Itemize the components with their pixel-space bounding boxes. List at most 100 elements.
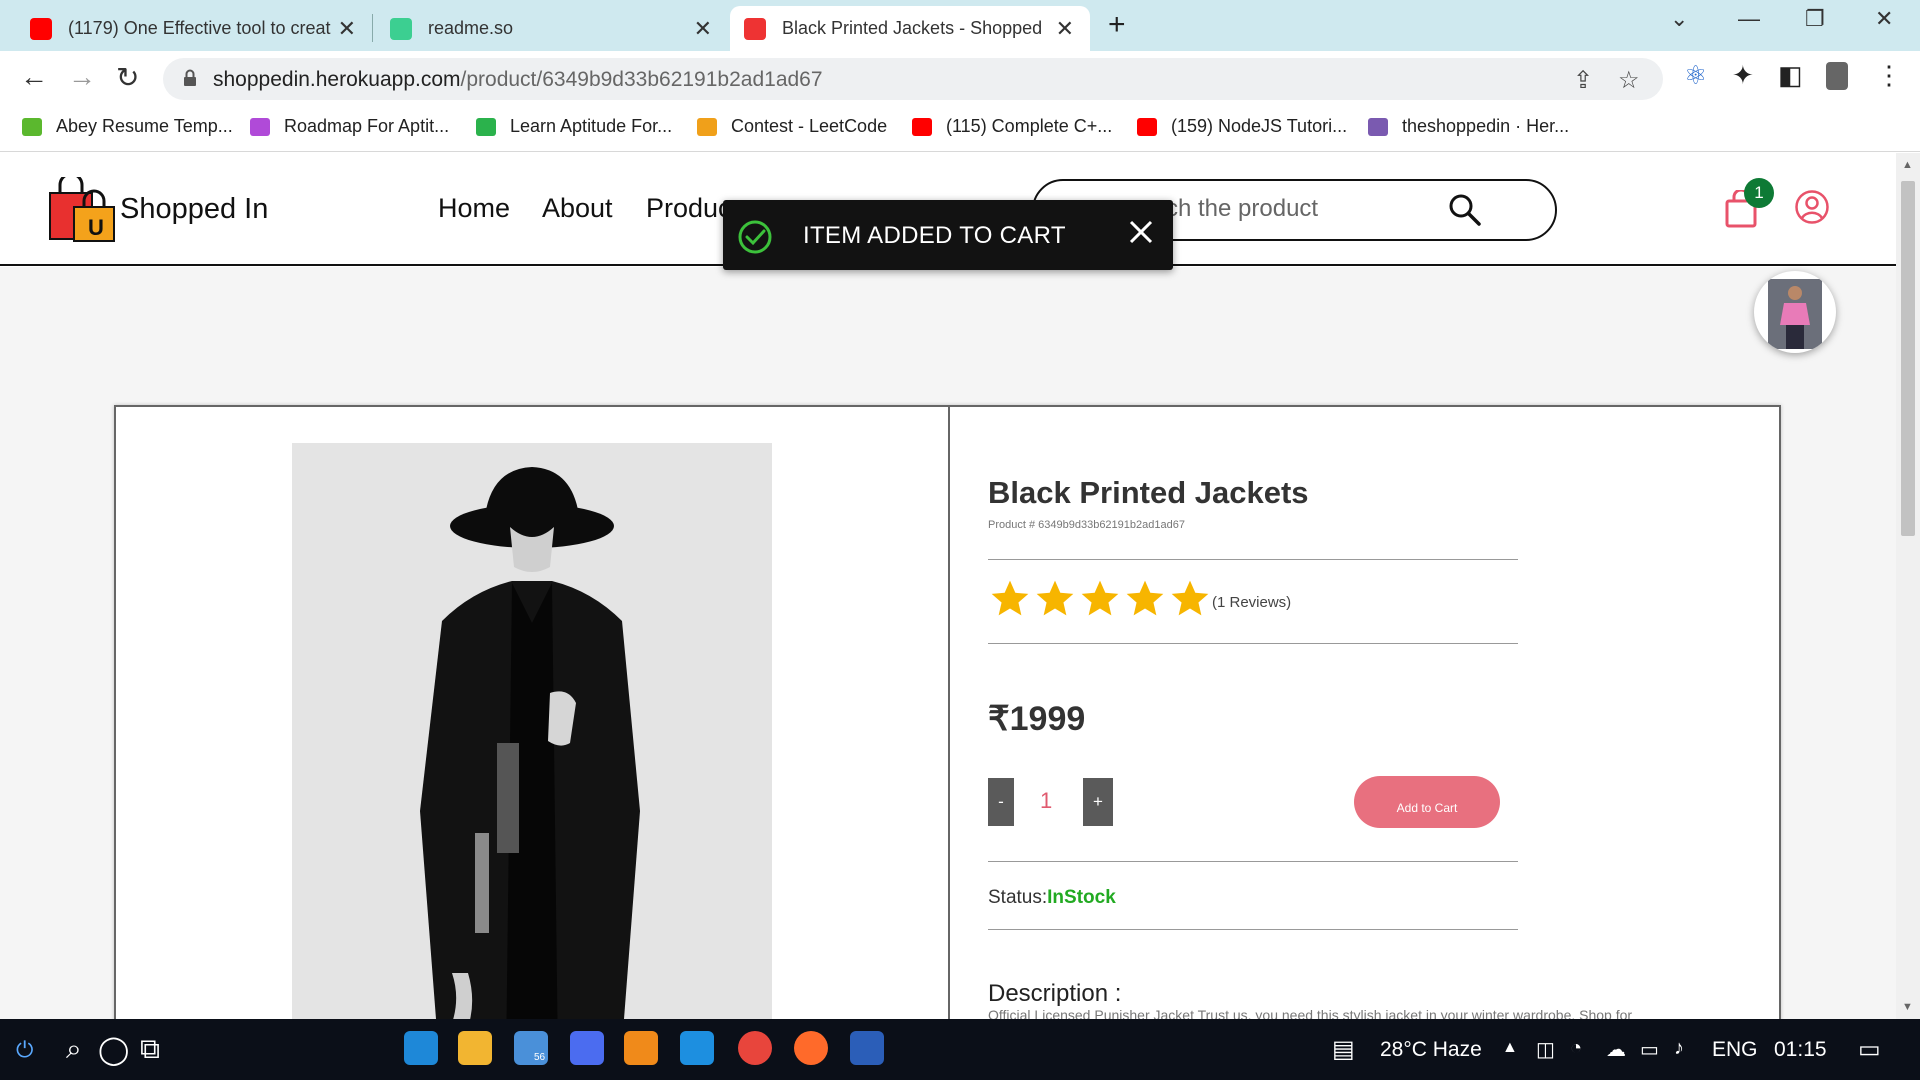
restore-icon[interactable]: ❐ <box>1805 6 1825 32</box>
tab-search-chevron-icon[interactable]: ⌄ <box>1670 6 1688 32</box>
review-count[interactable]: (1 Reviews) <box>1212 594 1291 611</box>
file-explorer-icon[interactable] <box>458 1031 492 1065</box>
scrollbar-thumb[interactable] <box>1901 181 1915 536</box>
success-check-icon <box>738 220 772 254</box>
bookmark-item[interactable]: Learn Aptitude For... <box>476 116 672 137</box>
product-details: Black Printed Jackets Product # 6349b9d3… <box>988 407 1748 1019</box>
scroll-up-icon[interactable]: ▲ <box>1902 159 1913 171</box>
shopping-bag-logo-icon[interactable]: U <box>48 177 118 243</box>
tab-youtube[interactable]: (1179) One Effective tool to creat ✕ <box>16 6 372 51</box>
shopping-bag-icon <box>744 17 766 40</box>
scroll-down-icon[interactable]: ▼ <box>1902 1001 1913 1013</box>
star-icon <box>1126 580 1164 616</box>
stock-status: Status:InStock <box>988 887 1116 909</box>
bookmark-label: Roadmap For Aptit... <box>284 116 450 136</box>
wifi-icon[interactable]: ◔ <box>1570 1037 1582 1060</box>
tab-readme[interactable]: readme.so ✕ <box>376 6 728 51</box>
clock[interactable]: 01:15 <box>1774 1038 1827 1062</box>
user-avatar-float[interactable] <box>1754 271 1836 353</box>
react-devtools-icon[interactable]: ⚛ <box>1684 60 1707 91</box>
user-account-icon[interactable] <box>1794 189 1830 225</box>
product-title: Black Printed Jackets <box>988 475 1309 510</box>
volume-icon[interactable]: ♪ <box>1674 1037 1684 1060</box>
back-arrow-icon[interactable]: ← <box>20 61 48 93</box>
bookmark-label: (115) Complete C+... <box>946 116 1113 136</box>
description-text: Official Licensed Punisher Jacket Trust … <box>988 1007 1633 1019</box>
quantity-value[interactable]: 1 <box>1040 788 1052 814</box>
bookmark-item[interactable]: Contest - LeetCode <box>697 116 887 137</box>
tab-shoppedin-active[interactable]: Black Printed Jackets - ShoppedIn ✕ <box>730 6 1090 51</box>
resume-icon <box>22 117 42 136</box>
search-icon[interactable]: ⌕ <box>66 1033 82 1066</box>
tab-title: (1179) One Effective tool to creat <box>68 18 331 38</box>
person-photo <box>1768 279 1822 349</box>
star-icon <box>991 580 1029 616</box>
reload-icon[interactable]: ↻ <box>116 61 139 94</box>
youtube-icon <box>912 117 932 136</box>
forward-arrow-icon[interactable]: → <box>68 61 96 93</box>
window-close-icon[interactable]: ✕ <box>1875 6 1893 32</box>
app-icon[interactable] <box>570 1031 604 1065</box>
menu-kebab-icon[interactable]: ⋮ <box>1876 60 1902 91</box>
brand-name[interactable]: Shopped In <box>120 193 268 226</box>
language-indicator[interactable]: ENG <box>1712 1038 1758 1062</box>
bookmark-star-icon[interactable]: ☆ <box>1618 66 1640 95</box>
onedrive-icon[interactable]: ☁ <box>1606 1037 1626 1062</box>
description-heading: Description : <box>988 980 1122 1007</box>
close-tab-icon[interactable]: ✕ <box>338 16 356 42</box>
divider <box>988 929 1518 930</box>
cortana-icon[interactable]: ◯ <box>98 1033 129 1066</box>
close-tab-icon[interactable]: ✕ <box>694 16 712 42</box>
youtube-icon <box>1137 117 1157 136</box>
bookmark-item[interactable]: Abey Resume Temp... <box>22 116 233 137</box>
bookmark-item[interactable]: Roadmap For Aptit... <box>250 116 449 137</box>
jacket-model-photo <box>292 443 772 1019</box>
sublime-text-icon[interactable] <box>624 1031 658 1065</box>
share-icon[interactable]: ⇪ <box>1573 66 1593 95</box>
nav-about[interactable]: About <box>542 193 613 224</box>
edge-icon[interactable] <box>404 1031 438 1065</box>
page-scrollbar[interactable]: ▲ ▼ <box>1896 153 1920 1019</box>
notification-icon[interactable]: ▭ <box>1858 1035 1881 1064</box>
close-tab-icon[interactable]: ✕ <box>1056 16 1074 42</box>
tab-title: Black Printed Jackets - ShoppedIn <box>782 18 1042 38</box>
minimize-icon[interactable]: — <box>1738 6 1760 32</box>
nav-products[interactable]: Produc <box>646 193 732 224</box>
close-icon[interactable] <box>1123 214 1159 250</box>
nav-home[interactable]: Home <box>438 193 510 224</box>
task-view-icon[interactable]: ⧉ <box>140 1033 160 1066</box>
star-icon <box>1081 580 1119 616</box>
battery-icon[interactable]: ▭ <box>1640 1037 1659 1062</box>
tab-separator <box>372 14 373 42</box>
readme-icon <box>390 17 412 40</box>
add-to-cart-button[interactable]: Add to Cart <box>1354 776 1500 828</box>
divider <box>988 559 1518 560</box>
power-icon[interactable]: ⏻ <box>16 1037 33 1063</box>
profile-avatar[interactable] <box>1826 62 1848 90</box>
bookmark-item[interactable]: theshoppedin · Her... <box>1368 116 1569 137</box>
chrome-icon[interactable] <box>738 1031 772 1065</box>
bookmark-label: Abey Resume Temp... <box>56 116 233 136</box>
chevron-up-icon[interactable]: ▲ <box>1502 1039 1518 1057</box>
side-panel-icon[interactable]: ◧ <box>1778 60 1803 91</box>
extensions-puzzle-icon[interactable]: ✦ <box>1732 60 1754 91</box>
quantity-increase-button[interactable]: + <box>1083 778 1113 826</box>
new-tab-button[interactable]: + <box>1108 8 1126 42</box>
quantity-decrease-button[interactable]: - <box>988 778 1014 826</box>
browser-toolbar: ← → ↻ shoppedin.herokuapp.com/product/63… <box>0 51 1920 106</box>
postman-icon[interactable] <box>794 1031 828 1065</box>
product-image[interactable] <box>292 443 772 1019</box>
divider <box>988 861 1518 862</box>
weather-text[interactable]: 28°C Haze <box>1380 1038 1482 1062</box>
bookmark-item[interactable]: (115) Complete C+... <box>912 116 1112 137</box>
vscode-icon[interactable] <box>680 1031 714 1065</box>
address-bar[interactable]: shoppedin.herokuapp.com/product/6349b9d3… <box>163 58 1663 100</box>
lock-icon <box>184 69 196 86</box>
weather-icon[interactable]: ▤ <box>1332 1035 1355 1064</box>
bookmark-item[interactable]: (159) NodeJS Tutori... <box>1137 116 1347 137</box>
bookmark-label: Contest - LeetCode <box>731 116 888 136</box>
search-icon[interactable] <box>1448 193 1482 227</box>
rating-stars <box>988 577 1213 621</box>
meet-icon[interactable]: ◫ <box>1536 1037 1555 1062</box>
word-icon[interactable] <box>850 1031 884 1065</box>
